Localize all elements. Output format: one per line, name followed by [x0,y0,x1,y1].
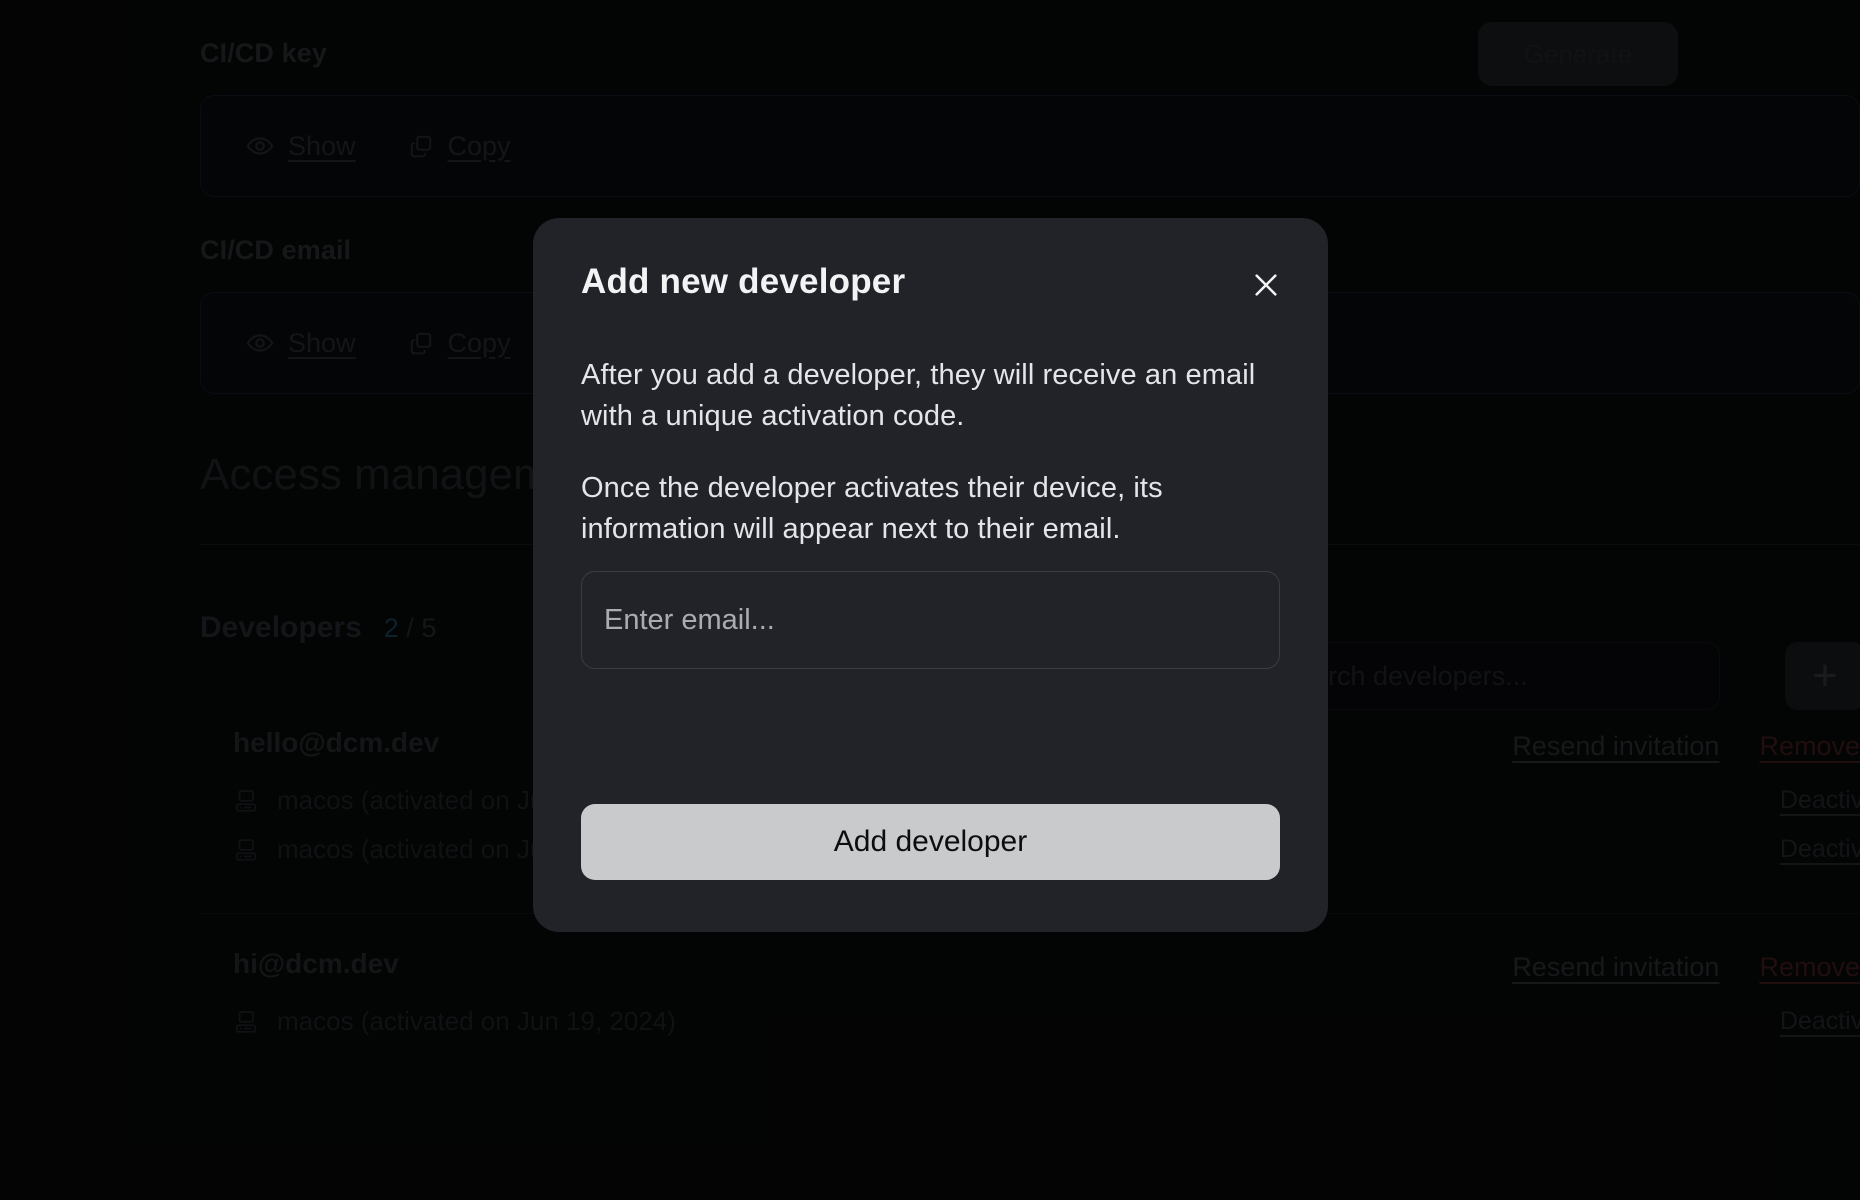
dialog-paragraph-1: After you add a developer, they will rec… [581,359,1256,432]
dialog-title: Add new developer [581,262,906,301]
dialog-header: Add new developer [581,262,1280,307]
add-developer-button[interactable]: Add developer [581,804,1280,880]
dialog-paragraph-2: Once the developer activates their devic… [581,472,1163,545]
add-developer-dialog: Add new developer After you add a develo… [533,218,1328,932]
close-button[interactable] [1246,267,1286,307]
close-icon [1250,269,1282,306]
email-field[interactable] [581,571,1280,670]
